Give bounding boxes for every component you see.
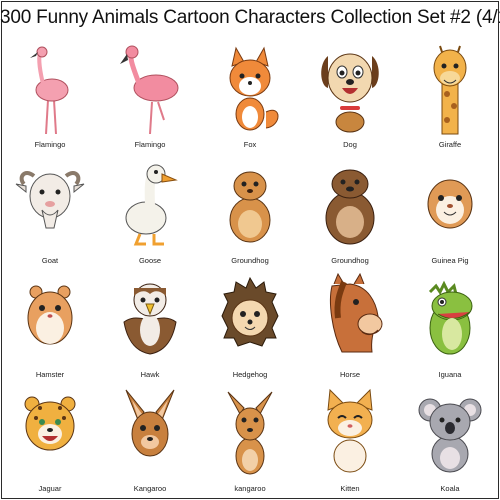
flamingo-icon (110, 42, 190, 137)
hedgehog-icon (210, 272, 290, 367)
animal-label: Flamingo (34, 140, 66, 149)
flamingo-icon (10, 42, 90, 137)
animal-card: Goose (100, 158, 200, 276)
animal-card: Flamingo (0, 42, 100, 160)
animal-card: kangaroo (200, 386, 300, 500)
animal-card: Groundhog (200, 158, 300, 276)
guinea-pig-icon (410, 158, 490, 253)
animal-card: Guinea Pig (400, 158, 500, 276)
horse-icon (310, 272, 390, 367)
kangaroo-icon (110, 386, 190, 481)
dog-icon (310, 42, 390, 137)
animal-label: Kitten (340, 484, 360, 493)
animal-label: Hawk (140, 370, 160, 379)
animal-card: Giraffe (400, 42, 500, 160)
animal-label: Dog (343, 140, 357, 149)
goose-icon (110, 158, 190, 253)
animal-label: Iguana (438, 370, 462, 379)
animal-card: Horse (300, 272, 400, 390)
animal-card: Groundhog (300, 158, 400, 276)
animal-card: Iguana (400, 272, 500, 390)
animal-card: Dog (300, 42, 400, 160)
animal-label: Hamster (35, 370, 65, 379)
animal-label: kangaroo (234, 484, 266, 493)
animal-label: Flamingo (134, 140, 166, 149)
animal-label: Jaguar (38, 484, 62, 493)
hamster-icon (10, 272, 90, 367)
animal-label: Horse (339, 370, 360, 379)
animal-label: Guinea Pig (431, 256, 469, 265)
animal-card: Flamingo (100, 42, 200, 160)
groundhog-icon (310, 158, 390, 253)
animal-card: Kitten (300, 386, 400, 500)
animal-card: Hamster (0, 272, 100, 390)
animal-label: Giraffe (438, 140, 462, 149)
animal-grid: Flamingo Flamingo Fox Dog Giraffe Goat G… (0, 0, 500, 500)
animal-card: Kangaroo (100, 386, 200, 500)
groundhog-icon (210, 158, 290, 253)
animal-card: Hedgehog (200, 272, 300, 390)
iguana-icon (410, 272, 490, 367)
animal-card: Jaguar (0, 386, 100, 500)
animal-card: Hawk (100, 272, 200, 390)
goat-icon (10, 158, 90, 253)
fox-icon (210, 42, 290, 137)
kangaroo-icon (210, 386, 290, 481)
animal-label: Kangaroo (133, 484, 167, 493)
koala-icon (410, 386, 490, 481)
animal-card: Koala (400, 386, 500, 500)
jaguar-icon (10, 386, 90, 481)
animal-card: Goat (0, 158, 100, 276)
animal-label: Groundhog (231, 256, 269, 265)
hawk-icon (110, 272, 190, 367)
animal-label: Groundhog (331, 256, 369, 265)
kitten-icon (310, 386, 390, 481)
animal-label: Goose (138, 256, 162, 265)
animal-label: Koala (440, 484, 460, 493)
animal-label: Hedgehog (232, 370, 268, 379)
animal-card: Fox (200, 42, 300, 160)
animal-label: Goat (41, 256, 59, 265)
animal-label: Fox (243, 140, 257, 149)
giraffe-icon (410, 42, 490, 137)
